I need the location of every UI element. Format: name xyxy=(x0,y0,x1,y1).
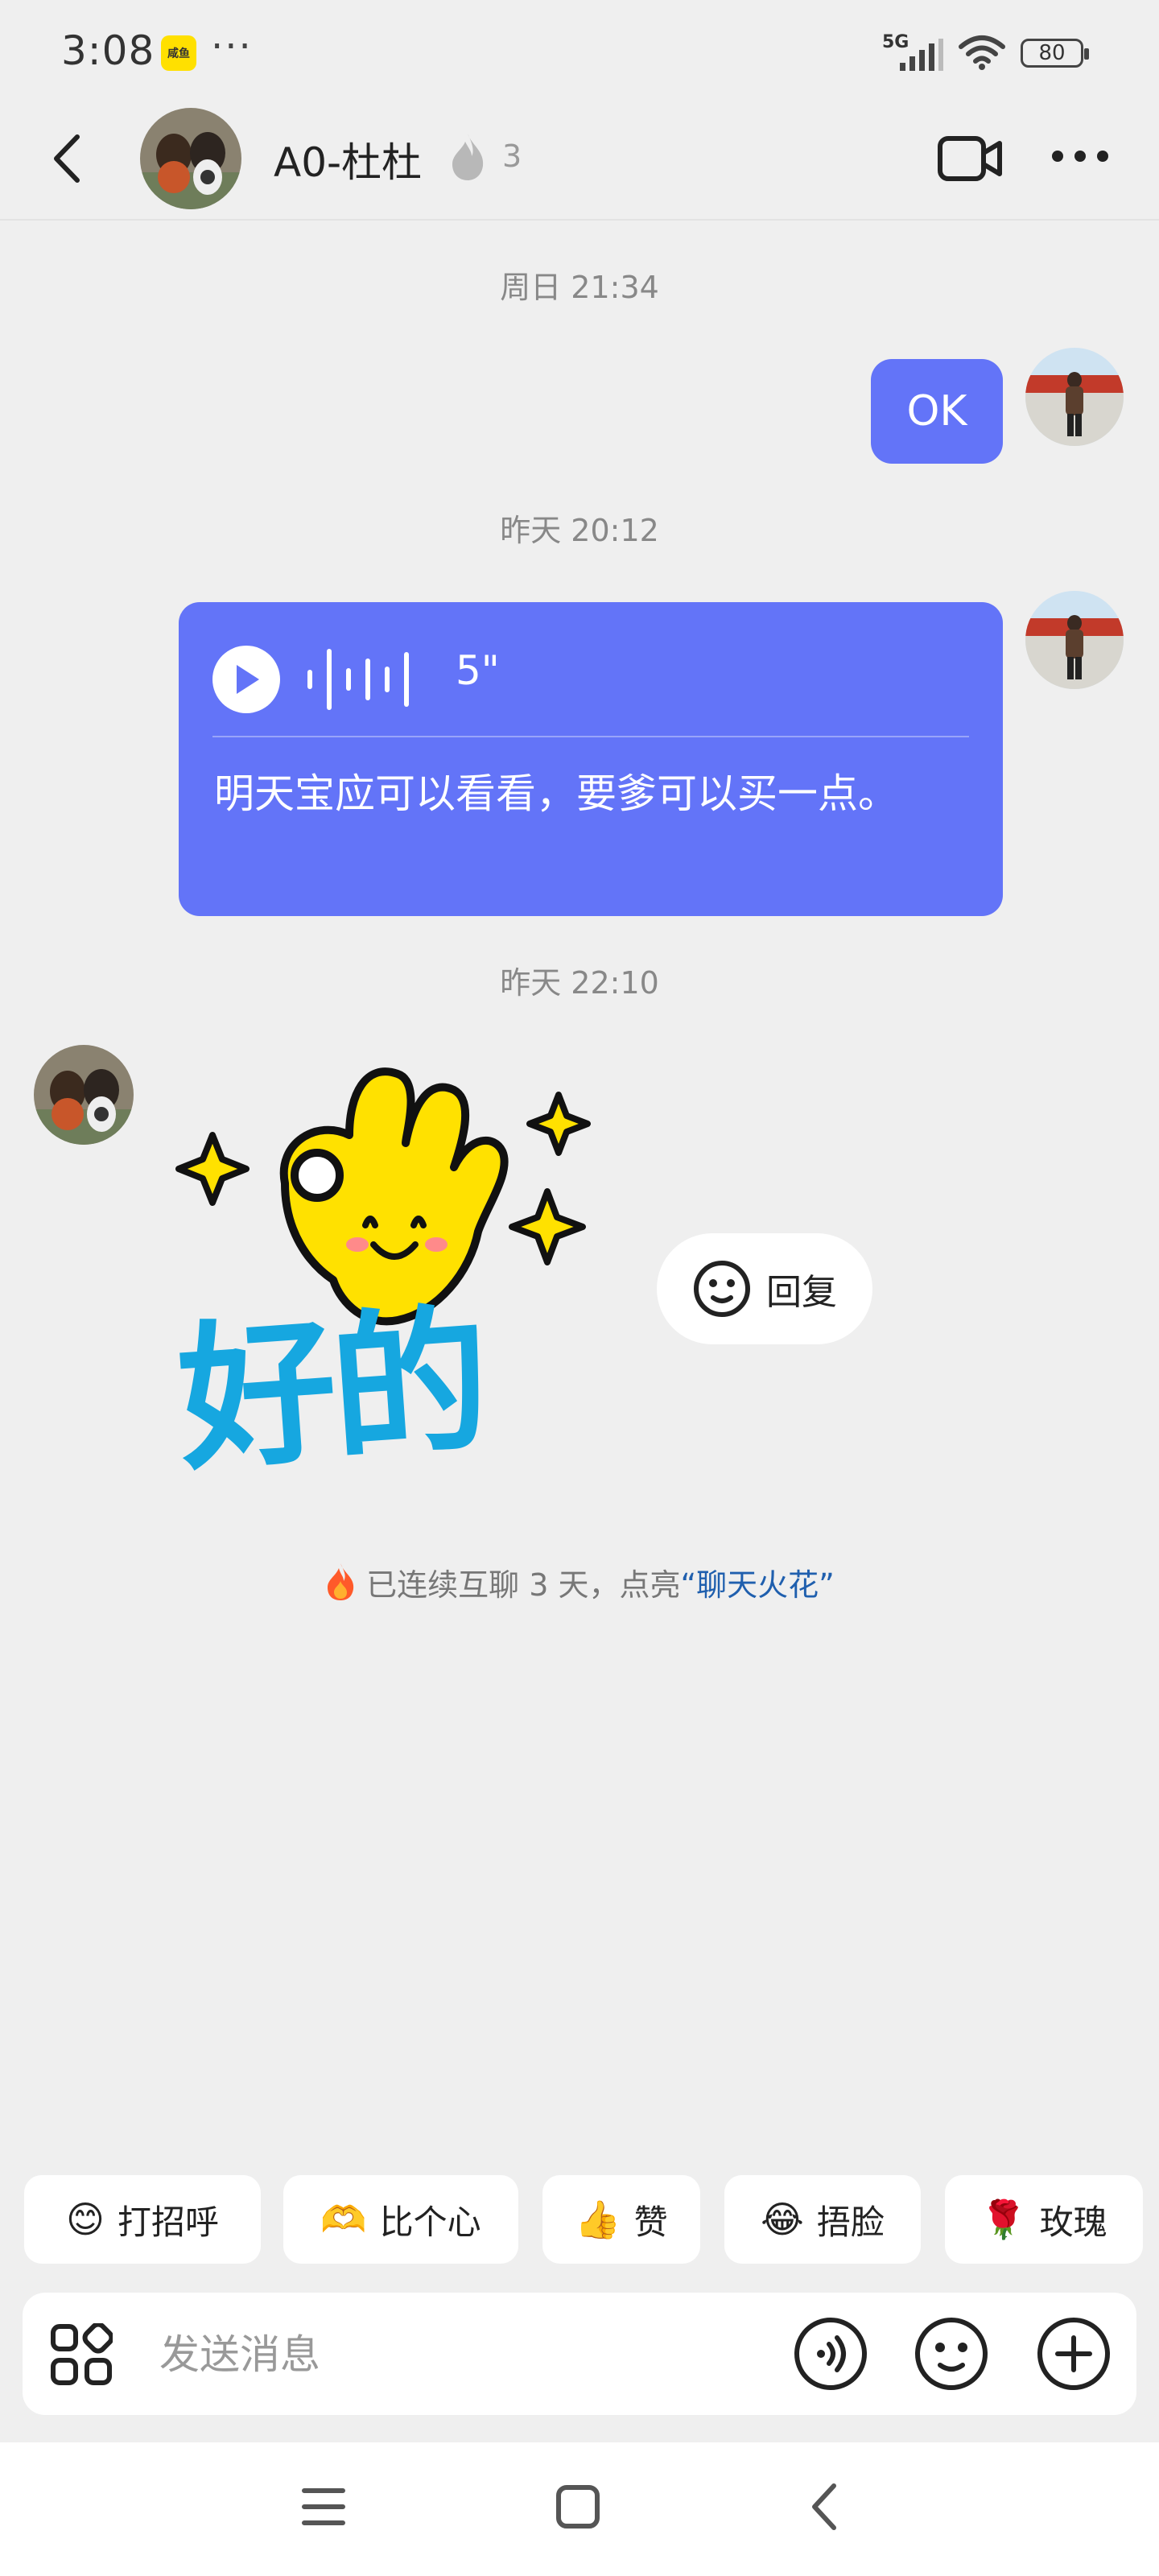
video-call-icon[interactable] xyxy=(937,134,1004,184)
home-icon[interactable] xyxy=(554,2483,602,2531)
play-voice-button[interactable] xyxy=(212,646,280,713)
message-composer xyxy=(23,2293,1136,2415)
quick-reply-facepalm[interactable]: 😂 捂脸 xyxy=(724,2175,921,2264)
ok-hand-icon xyxy=(175,1067,591,1326)
contact-avatar[interactable] xyxy=(34,1045,134,1145)
voice-divider xyxy=(212,736,969,737)
thumbs-up-emoji-icon: 👍 xyxy=(575,2198,621,2241)
message-timestamp: 昨天 22:10 xyxy=(500,965,659,1001)
streak-notice: 已连续互聊 3 天，点亮“聊天火花” xyxy=(0,1560,1159,1604)
fire-icon xyxy=(328,1563,354,1600)
battery-indicator: 80 xyxy=(1021,39,1089,68)
quick-reply-row: 😊 打招呼 🫶 比个心 👍 赞 😂 捂脸 🌹 玫瑰 xyxy=(24,2175,1159,2264)
quick-reply-label: 打招呼 xyxy=(117,2202,219,2242)
smiley-icon xyxy=(694,1261,750,1317)
quick-reply-heart[interactable]: 🫶 比个心 xyxy=(283,2175,518,2264)
streak-text: 已连续互聊 3 天，点亮 xyxy=(366,1567,681,1603)
play-icon xyxy=(237,665,259,694)
quick-reply-rose[interactable]: 🌹 玫瑰 xyxy=(945,2175,1143,2264)
ok-hand-sticker[interactable]: 好的 xyxy=(164,1046,615,1530)
message-bubble-self[interactable]: OK xyxy=(871,359,1003,464)
voice-transcript: 明天宝应可以看看，要爹可以买一点。 xyxy=(214,770,898,817)
quick-reply-label: 赞 xyxy=(633,2202,668,2242)
app-notification-icon: 咸鱼 xyxy=(161,35,196,71)
header-divider xyxy=(0,219,1159,221)
back-arrow-icon[interactable] xyxy=(48,132,85,185)
quick-reply-label: 玫瑰 xyxy=(1039,2202,1107,2242)
self-avatar[interactable] xyxy=(1025,591,1124,689)
voice-input-icon[interactable] xyxy=(792,2315,869,2392)
quick-reply-wave[interactable]: 😊 打招呼 xyxy=(24,2175,261,2264)
facepalm-emoji-icon: 😂 xyxy=(761,2198,804,2241)
more-options-icon[interactable] xyxy=(1050,145,1111,167)
plus-icon[interactable] xyxy=(1035,2315,1112,2392)
voice-waveform-icon xyxy=(307,649,409,710)
streak-level: 3 xyxy=(502,138,522,174)
sticker-caption: 好的 xyxy=(172,1289,491,1493)
more-notifications-icon: ··· xyxy=(211,24,253,69)
back-icon[interactable] xyxy=(808,2481,840,2533)
apps-grid-icon[interactable] xyxy=(50,2323,113,2386)
quick-reply-like[interactable]: 👍 赞 xyxy=(542,2175,700,2264)
message-timestamp: 昨天 20:12 xyxy=(500,513,659,548)
status-time: 3:08 xyxy=(61,27,155,74)
message-timestamp: 周日 21:34 xyxy=(500,270,659,305)
reply-chip-label: 回复 xyxy=(766,1272,837,1313)
reply-chip[interactable]: 回复 xyxy=(657,1233,872,1344)
wifi-icon xyxy=(959,35,1005,70)
quick-reply-label: 比个心 xyxy=(379,2202,481,2242)
heart-hands-emoji-icon: 🫶 xyxy=(320,2198,367,2241)
rose-emoji-icon: 🌹 xyxy=(980,2198,1027,2241)
system-navigation-bar xyxy=(0,2442,1159,2576)
voice-duration: 5" xyxy=(456,647,500,694)
voice-message-bubble[interactable]: 5" 明天宝应可以看看，要爹可以买一点。 xyxy=(179,602,1003,916)
menu-icon[interactable] xyxy=(301,2486,346,2528)
chat-flame-icon xyxy=(452,134,484,180)
contact-avatar[interactable] xyxy=(140,108,241,209)
wave-emoji-icon: 😊 xyxy=(66,2198,105,2241)
signal-icon xyxy=(900,39,943,71)
quick-reply-label: 捂脸 xyxy=(816,2202,885,2242)
message-input[interactable] xyxy=(158,2317,789,2392)
self-avatar[interactable] xyxy=(1025,348,1124,446)
emoji-icon[interactable] xyxy=(913,2315,990,2392)
contact-name[interactable]: A0-杜杜 xyxy=(274,130,422,188)
chat-spark-link[interactable]: “聊天火花” xyxy=(680,1567,834,1603)
